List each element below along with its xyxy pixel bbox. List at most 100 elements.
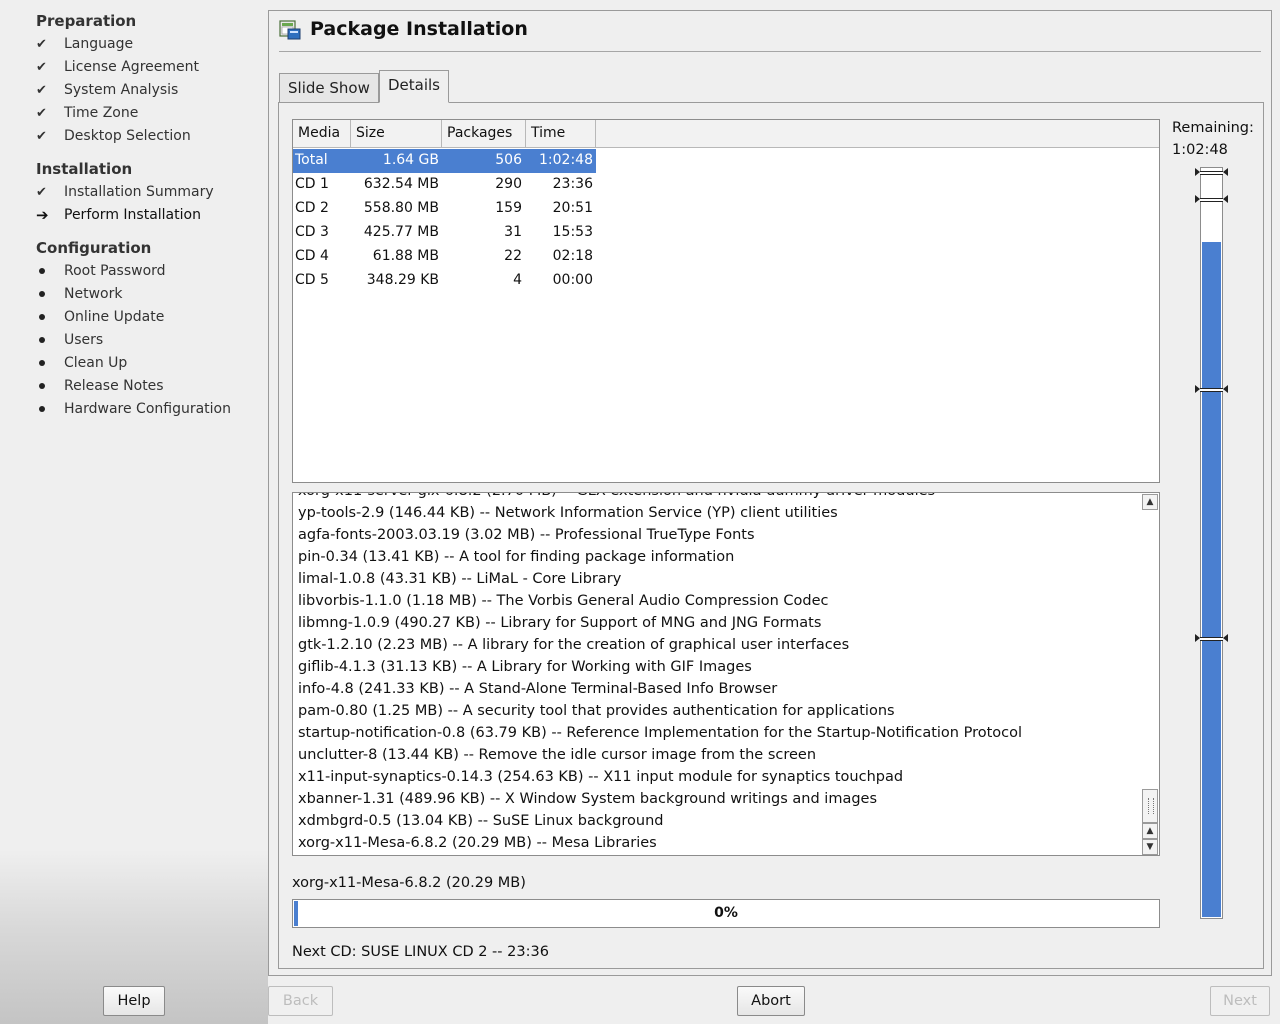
abort-button[interactable]: Abort — [737, 986, 805, 1016]
check-icon: ✔ — [36, 128, 47, 144]
column-header-packages[interactable]: Packages — [442, 120, 526, 148]
media-cell: Total — [295, 152, 328, 168]
sidebar-step: Online Update — [36, 307, 164, 327]
scroll-up-icon[interactable]: ▲ — [1142, 494, 1158, 510]
sidebar-step-label: Online Update — [64, 309, 165, 325]
cd-boundary-marker — [1195, 385, 1228, 394]
installation-steps-sidebar: Preparation ✔ Language ✔ License Agreement ✔ S… — [0, 0, 268, 1024]
title-divider — [279, 51, 1261, 52]
sidebar-step: ✔ System Analysis — [36, 80, 178, 100]
check-icon: ✔ — [36, 59, 47, 75]
scrollbar-thumb[interactable] — [1142, 789, 1158, 823]
media-table-row[interactable]: CD 2 558.80 MB 159 20:51 — [293, 197, 596, 221]
bullet-icon — [36, 333, 64, 348]
package-log-scrollbar[interactable]: ▲ ▲ ▼ — [1142, 494, 1158, 855]
package-log-entry: limal-1.0.8 (43.31 KB) -- LiMaL - Core L… — [298, 571, 622, 587]
sidebar-step: ✔ Time Zone — [36, 103, 138, 123]
back-button[interactable]: Back — [268, 986, 333, 1016]
package-log-entry: giflib-4.1.3 (31.13 KB) -- A Library for… — [298, 659, 752, 675]
time-cell: 1:02:48 — [539, 152, 593, 168]
sidebar-step-label: Release Notes — [64, 378, 164, 394]
cd-boundary-marker — [1195, 168, 1228, 177]
sidebar-step: Network — [36, 284, 122, 304]
package-log-entry: yp-tools-2.9 (146.44 KB) -- Network Info… — [298, 505, 838, 521]
sidebar-step-label: Clean Up — [64, 355, 128, 371]
time-cell: 00:00 — [552, 272, 593, 288]
package-installer-icon — [279, 19, 301, 41]
package-log-entry: xorg-x11-Mesa-6.8.2 (20.29 MB) -- Mesa L… — [298, 835, 657, 851]
main-panel: Package Installation Slide Show Details … — [268, 10, 1272, 976]
sidebar-step-label: Language — [64, 36, 134, 52]
package-log-entry: libvorbis-1.1.0 (1.18 MB) -- The Vorbis … — [298, 593, 829, 609]
bullet-icon — [36, 402, 64, 417]
size-cell: 632.54 MB — [363, 176, 439, 192]
package-log-entry: xdmbgrd-0.5 (13.04 KB) -- SuSE Linux bac… — [298, 813, 664, 829]
total-progress-bar — [1195, 167, 1228, 919]
bullet-icon — [36, 310, 64, 325]
package-log-entry: xorg-x11-server-glx-6.8.2 (2.70 MB) -- G… — [298, 493, 935, 503]
media-table-row[interactable]: CD 3 425.77 MB 31 15:53 — [293, 221, 596, 245]
package-log-entry: agfa-fonts-2003.03.19 (3.02 MB) -- Profe… — [298, 527, 755, 543]
packages-cell: 31 — [504, 224, 522, 240]
media-cell: CD 2 — [295, 200, 329, 216]
remaining-label: Remaining: — [1172, 120, 1254, 136]
scroll-down-icon[interactable]: ▼ — [1142, 839, 1158, 855]
package-log-entry: libmng-1.0.9 (490.27 KB) -- Library for … — [298, 615, 822, 631]
sidebar-step: Users — [36, 330, 103, 350]
time-cell: 02:18 — [552, 248, 593, 264]
sidebar-step-label: Hardware Configuration — [64, 401, 231, 417]
sidebar-step: ✔ Installation Summary — [36, 182, 214, 202]
packages-cell: 159 — [495, 200, 522, 216]
sidebar-step: Release Notes — [36, 376, 164, 396]
media-table-row[interactable]: CD 5 348.29 KB 4 00:00 — [293, 269, 596, 293]
details-tab-panel: Media Size Packages Time Total 1.64 GB 506… — [278, 102, 1264, 969]
media-table-row[interactable]: Total 1.64 GB 506 1:02:48 — [293, 149, 596, 173]
package-log-list[interactable]: xorg-x11-server-glx-6.8.2 (2.70 MB) -- G… — [292, 492, 1160, 856]
package-log-entry: x11-input-synaptics-0.14.3 (254.63 KB) -… — [298, 769, 904, 785]
media-table[interactable]: Media Size Packages Time Total 1.64 GB 506… — [292, 119, 1160, 483]
remaining-time: 1:02:48 — [1172, 142, 1228, 158]
bullet-icon — [36, 356, 64, 371]
bullet-icon — [36, 264, 64, 279]
current-package-label: xorg-x11-Mesa-6.8.2 (20.29 MB) — [292, 875, 526, 891]
package-log-entry: gtk-1.2.10 (2.23 MB) -- A library for th… — [298, 637, 850, 653]
size-cell: 558.80 MB — [363, 200, 439, 216]
sidebar-step: ✔ Desktop Selection — [36, 126, 191, 146]
media-table-row[interactable]: CD 4 61.88 MB 22 02:18 — [293, 245, 596, 269]
size-cell: 1.64 GB — [382, 152, 439, 168]
sidebar-step-label: Perform Installation — [64, 207, 201, 223]
sidebar-step-label: Users — [64, 332, 104, 348]
scroll-up-icon[interactable]: ▲ — [1142, 823, 1158, 839]
package-log-entry: xbanner-1.31 (489.96 KB) -- X Window Sys… — [298, 791, 878, 807]
sidebar-step-label: Desktop Selection — [64, 128, 191, 144]
media-cell: CD 4 — [295, 248, 329, 264]
sidebar-step: Root Password — [36, 261, 166, 281]
cd-boundary-marker — [1195, 634, 1228, 643]
package-log-entry: unclutter-8 (13.44 KB) -- Remove the idl… — [298, 747, 817, 763]
media-cell: CD 3 — [295, 224, 329, 240]
size-cell: 61.88 MB — [372, 248, 439, 264]
sidebar-step: Clean Up — [36, 353, 127, 373]
check-icon: ✔ — [36, 82, 47, 98]
sidebar-section-title: Configuration — [36, 239, 152, 257]
package-progress-bar: 0% — [292, 899, 1160, 928]
help-button[interactable]: Help — [103, 986, 165, 1016]
column-header-size[interactable]: Size — [351, 120, 442, 148]
column-header-time[interactable]: Time — [526, 120, 596, 148]
media-table-row[interactable]: CD 1 632.54 MB 290 23:36 — [293, 173, 596, 197]
next-cd-label: Next CD: SUSE LINUX CD 2 -- 23:36 — [292, 944, 549, 960]
sidebar-section-title: Installation — [36, 160, 133, 178]
packages-cell: 4 — [513, 272, 522, 288]
cd-boundary-marker — [1195, 195, 1228, 204]
media-cell: CD 5 — [295, 272, 329, 288]
sidebar-step: ✔ License Agreement — [36, 57, 199, 77]
package-log-entry: startup-notification-0.8 (63.79 KB) -- R… — [298, 725, 1023, 741]
packages-cell: 506 — [495, 152, 522, 168]
tab-details[interactable]: Details — [379, 70, 449, 103]
package-log-entry: pam-0.80 (1.25 MB) -- A security tool th… — [298, 703, 895, 719]
sidebar-step-label: Network — [64, 286, 123, 302]
bullet-icon — [36, 287, 64, 302]
column-header-media[interactable]: Media — [293, 120, 351, 148]
next-button[interactable]: Next — [1210, 986, 1270, 1016]
tab-slide-show[interactable]: Slide Show — [279, 73, 379, 103]
